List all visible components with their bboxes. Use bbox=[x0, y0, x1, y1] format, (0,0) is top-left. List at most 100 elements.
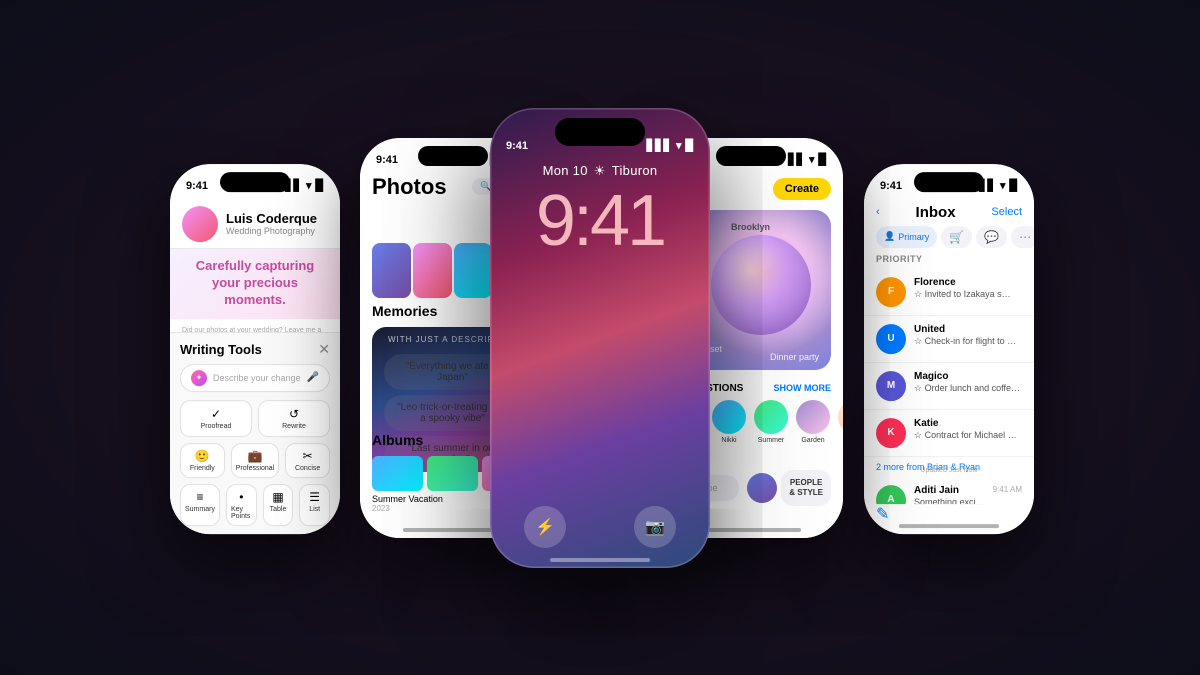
mail-content-united: United ☆ Check-in for flight to Newark E… bbox=[914, 324, 1022, 354]
concise-icon: ✂ bbox=[303, 449, 313, 463]
list-label: List bbox=[309, 506, 320, 513]
mail-item-magico[interactable]: M Magico ☆ Order lunch and coffee for Ne… bbox=[864, 363, 1034, 410]
mail-item-katie[interactable]: K Katie ☆ Contract for Michael Robinson'… bbox=[864, 410, 1034, 457]
keypoints-label: Key Points bbox=[231, 506, 252, 520]
avatar-label-garden: Garden bbox=[801, 437, 824, 444]
status-time: 9:41 bbox=[186, 180, 208, 192]
list-icon: ☰ bbox=[309, 490, 320, 504]
mail-bottom-bar: ✎ bbox=[876, 504, 1022, 524]
camera-icon: 📷 bbox=[645, 517, 665, 537]
table-button[interactable]: ▦ Table bbox=[263, 484, 294, 526]
summary-button[interactable]: ≡ Summary bbox=[180, 484, 220, 526]
notch bbox=[914, 172, 984, 192]
home-indicator bbox=[550, 558, 650, 562]
wifi-icon: ▾ bbox=[306, 179, 312, 192]
tab-social[interactable]: 💬 bbox=[976, 226, 1007, 248]
camera-button[interactable]: 📷 bbox=[634, 506, 676, 548]
dinner-party-label: Dinner party bbox=[770, 352, 819, 362]
mail-item-united[interactable]: U United ☆ Check-in for flight to Newark… bbox=[864, 316, 1034, 363]
tab-shopping[interactable]: 🛒 bbox=[941, 226, 972, 248]
mail-content-aditi: Aditi Jain Something exciting YA sci-fi … bbox=[914, 485, 985, 504]
list-button[interactable]: ☰ List bbox=[299, 484, 330, 526]
phone-lockscreen: 9:41 ▋▋▋ ▾ ▉ Mon 10 ☀ Tiburon 9:41 ⚡ bbox=[490, 108, 710, 568]
friendly-label: Friendly bbox=[190, 465, 215, 472]
mail-item-aditi[interactable]: A Aditi Jain Something exciting YA sci-f… bbox=[864, 477, 1034, 504]
people-avatar-img bbox=[747, 473, 777, 503]
status-time: 9:41 bbox=[376, 154, 398, 166]
writing-hero: Carefully capturing your precious moment… bbox=[170, 249, 340, 319]
notch bbox=[716, 146, 786, 166]
albums-title: Albums bbox=[372, 432, 423, 448]
writing-user-info: Luis Coderque Wedding Photography bbox=[218, 211, 328, 236]
wt-title-row: Writing Tools ✕ bbox=[180, 341, 330, 358]
album-thumb-2 bbox=[427, 456, 478, 491]
mail-item-florence[interactable]: F Florence ☆ Invited to Izakaya soft ope… bbox=[864, 269, 1034, 316]
professional-label: Professional bbox=[236, 465, 275, 472]
sender-united: United bbox=[914, 324, 1022, 335]
proofread-icon: ✓ bbox=[211, 407, 221, 421]
avatar-united: U bbox=[876, 324, 906, 354]
avatar-circle-summer[interactable] bbox=[754, 400, 788, 434]
avatar-circle-garden[interactable] bbox=[796, 400, 830, 434]
dynamic-island bbox=[555, 118, 645, 146]
avatar-florence: F bbox=[876, 277, 906, 307]
wt-input[interactable]: ✦ Describe your change 🎤 bbox=[180, 364, 330, 392]
signal-icon: ▋▋ bbox=[788, 153, 805, 166]
flashlight-button[interactable]: ⚡ bbox=[524, 506, 566, 548]
friendly-button[interactable]: 🙂 Friendly bbox=[180, 443, 225, 478]
avatar-nikki: Nikki bbox=[712, 400, 746, 444]
wt-placeholder: Describe your change bbox=[213, 373, 301, 383]
meta-aditi: 9:41 AM bbox=[993, 485, 1022, 504]
status-time: 9:41 bbox=[506, 140, 528, 152]
album-thumb-1 bbox=[372, 456, 423, 491]
avatar-garden: Garden bbox=[796, 400, 830, 444]
subject-florence: ☆ Invited to Izakaya soft opening by Flo… bbox=[914, 289, 1014, 300]
status-icons: ▋▋ ▾ ▉ bbox=[285, 179, 324, 192]
lock-screen: 9:41 ▋▋▋ ▾ ▉ Mon 10 ☀ Tiburon 9:41 ⚡ bbox=[490, 108, 710, 568]
keypoints-button[interactable]: • Key Points bbox=[226, 484, 257, 526]
hero-text: Carefully capturing your precious moment… bbox=[180, 258, 330, 309]
people-style-button[interactable]: PEOPLE & STYLE bbox=[781, 470, 831, 505]
rewrite-label: Rewrite bbox=[282, 423, 306, 430]
avatar-circle-fantasy[interactable] bbox=[838, 400, 843, 434]
time-aditi: 9:41 AM bbox=[993, 485, 1022, 494]
people-avatar: PEOPLE & STYLE bbox=[747, 470, 831, 505]
subject-united: ☆ Check-in for flight to Newark EWR from… bbox=[914, 336, 1022, 347]
avatar-circle-nikki[interactable] bbox=[712, 400, 746, 434]
user-subtitle: Wedding Photography bbox=[226, 226, 328, 236]
status-icons: ▋▋ ▾ ▉ bbox=[788, 153, 827, 166]
show-more-button[interactable]: SHOW MORE bbox=[774, 383, 832, 394]
professional-icon: 💼 bbox=[248, 449, 263, 463]
proofread-button[interactable]: ✓ Proofread bbox=[180, 400, 252, 437]
phone-writing-tools: 9:41 ▋▋ ▾ ▉ Luis Coderque Wedding Photog… bbox=[170, 164, 340, 534]
summary-label: Summary bbox=[185, 506, 215, 513]
ai-generated-sphere bbox=[711, 235, 811, 335]
avatar-katie: K bbox=[876, 418, 906, 448]
user-name: Luis Coderque bbox=[226, 211, 328, 226]
phone-mail: 9:41 ▋▋ ▾ ▉ ‹ Inbox Select 👤 Primary bbox=[864, 164, 1034, 534]
sender-florence: Florence bbox=[914, 277, 1014, 288]
compose-icon[interactable]: ✎ bbox=[876, 504, 889, 524]
concise-button[interactable]: ✂ Concise bbox=[285, 443, 330, 478]
signal-icon: ▋▋▋ bbox=[647, 139, 672, 152]
writing-tools-title: Writing Tools bbox=[180, 342, 262, 357]
avatar-fantasy: Fantasy bbox=[838, 400, 843, 444]
tab-more[interactable]: ⋯ bbox=[1011, 226, 1034, 248]
tab-primary[interactable]: 👤 Primary bbox=[876, 226, 937, 248]
select-button[interactable]: Select bbox=[991, 206, 1022, 218]
table-icon: ▦ bbox=[272, 490, 283, 504]
wifi-icon: ▾ bbox=[676, 139, 682, 152]
mail-content-florence: Florence ☆ Invited to Izakaya soft openi… bbox=[914, 277, 1014, 307]
battery-icon: ▉ bbox=[686, 139, 694, 152]
close-icon[interactable]: ✕ bbox=[318, 341, 330, 358]
mic-icon[interactable]: 🎤 bbox=[307, 372, 319, 383]
subject-katie: ☆ Contract for Michael Robinson's book n… bbox=[914, 430, 1022, 441]
thumb-3 bbox=[454, 243, 493, 298]
mail-content-katie: Katie ☆ Contract for Michael Robinson's … bbox=[914, 418, 1022, 448]
rewrite-button[interactable]: ↺ Rewrite bbox=[258, 400, 330, 437]
notch bbox=[418, 146, 488, 166]
back-button[interactable]: ‹ bbox=[876, 206, 880, 218]
home-indicator bbox=[701, 528, 801, 532]
writing-screen: 9:41 ▋▋ ▾ ▉ Luis Coderque Wedding Photog… bbox=[170, 164, 340, 534]
professional-button[interactable]: 💼 Professional bbox=[231, 443, 280, 478]
